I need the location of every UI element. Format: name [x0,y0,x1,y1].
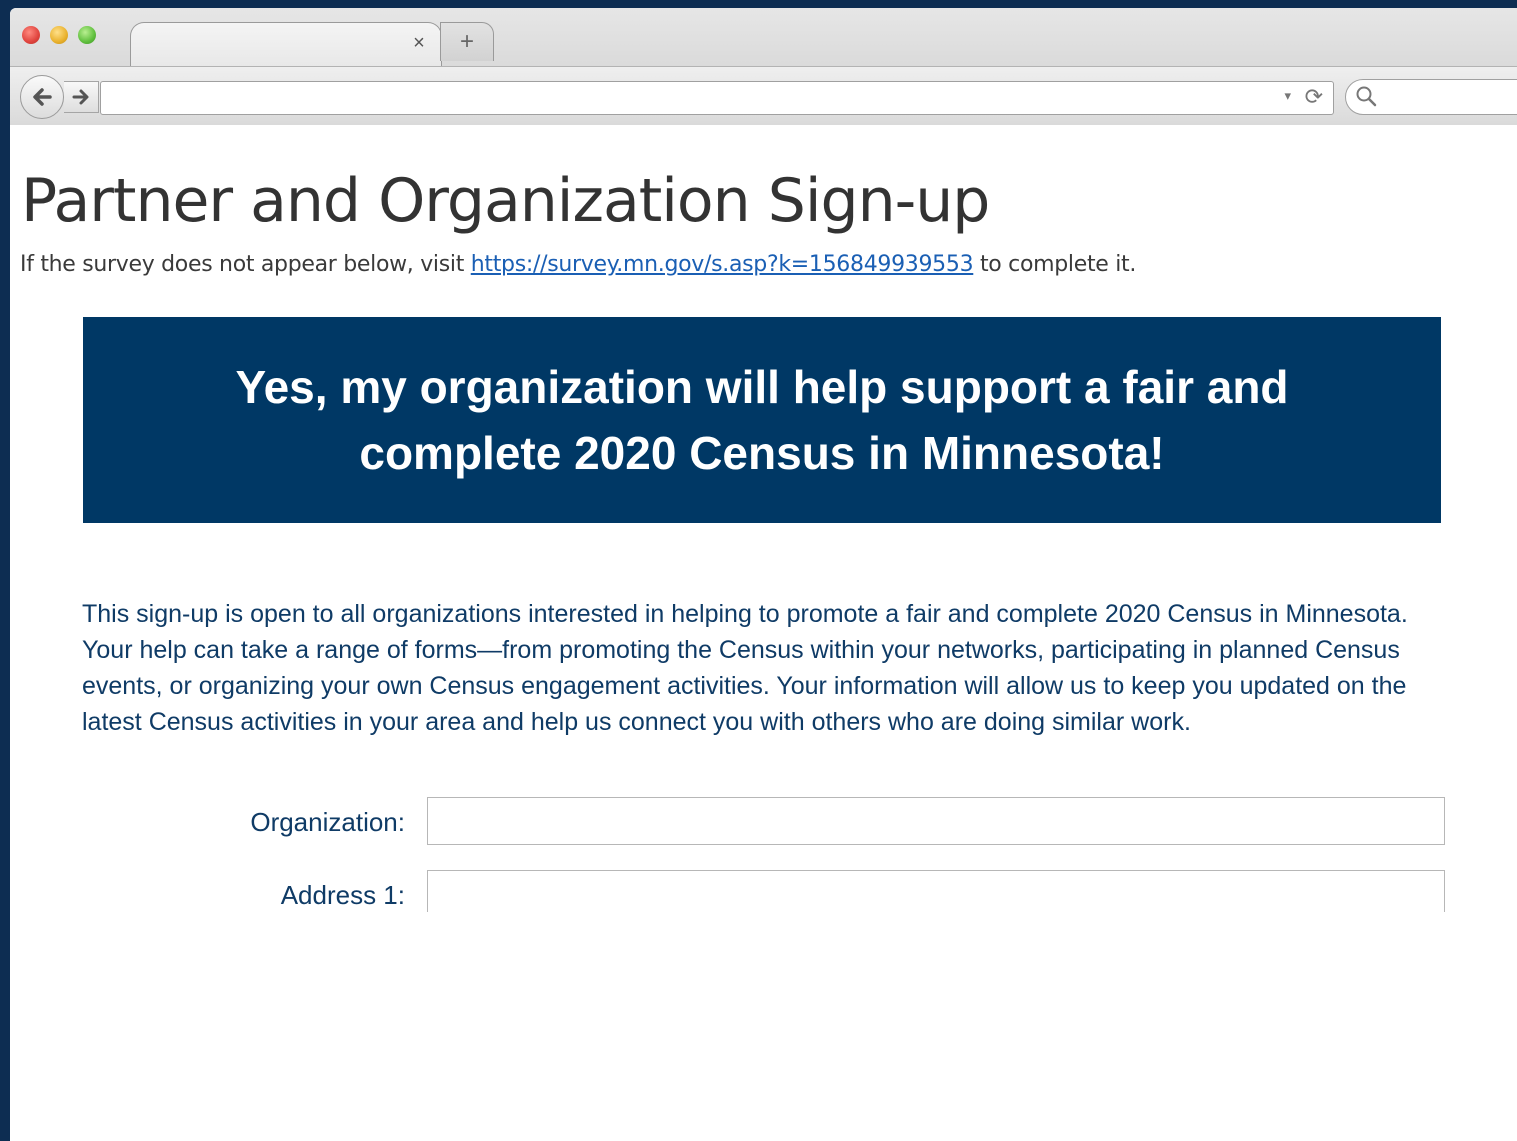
url-history-dropdown-icon[interactable]: ▾ [1284,88,1291,104]
navigation-bar: ▾ ⟳ [10,66,1517,125]
minimize-window-button[interactable] [50,26,68,44]
reload-icon[interactable]: ⟳ [1305,84,1323,110]
new-tab-button[interactable]: + [440,22,494,61]
page-title: Partner and Organization Sign-up [21,166,990,236]
browser-window: × + ▾ ⟳ Partner and Organization Sign-up… [10,8,1517,1141]
intro-text: If the survey does not appear below, vis… [20,252,1136,277]
back-arrow-icon [33,88,52,106]
tab-strip: × + [10,8,1517,67]
address1-row: Address 1: [10,870,1517,912]
address1-label: Address 1: [280,880,405,910]
browser-chrome: × + ▾ ⟳ [10,8,1517,125]
zoom-window-button[interactable] [78,26,96,44]
search-input[interactable] [1345,79,1517,115]
intro-text-after: to complete it. [973,252,1137,277]
census-banner: Yes, my organization will help support a… [83,317,1441,523]
page-viewport: Partner and Organization Sign-up If the … [10,124,1517,912]
survey-link[interactable]: https://survey.mn.gov/s.asp?k=1568499395… [471,252,974,277]
organization-field[interactable] [427,797,1445,845]
forward-button[interactable] [64,81,99,113]
banner-heading: Yes, my organization will help support a… [235,361,1289,479]
tab-close-icon[interactable]: × [409,33,429,53]
forward-arrow-icon [72,89,89,105]
back-button[interactable] [20,75,64,119]
nav-buttons [20,75,99,119]
organization-row: Organization: [10,797,1517,849]
address1-field[interactable] [427,870,1445,912]
signup-description: This sign-up is open to all organization… [82,600,1408,736]
browser-tab[interactable]: × [130,22,442,67]
close-window-button[interactable] [22,26,40,44]
intro-text-before: If the survey does not appear below, vis… [20,252,471,277]
search-icon [1356,86,1377,107]
url-input[interactable]: ▾ ⟳ [100,81,1334,115]
organization-label: Organization: [250,807,405,837]
